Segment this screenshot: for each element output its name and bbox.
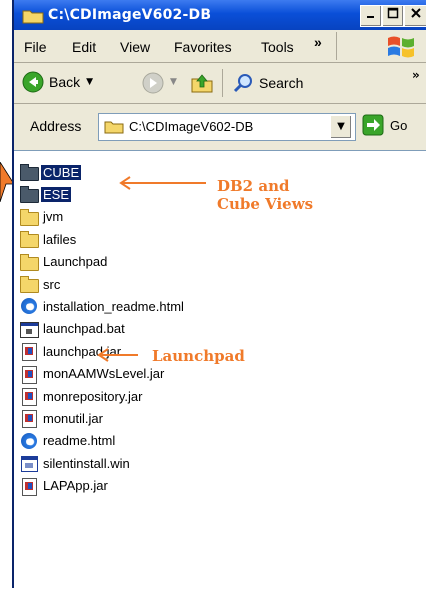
standard-toolbar: Back ▼ ▼ Search » — [14, 63, 426, 104]
minimize-icon — [367, 16, 374, 18]
file-name: Launchpad — [43, 254, 108, 270]
batch-file-icon — [20, 321, 39, 338]
explorer-window: C:\CDImageV602-DB File Edit View Favorit… — [12, 0, 426, 589]
folder-icon — [104, 121, 124, 134]
list-item[interactable]: e installation_readme.html — [20, 296, 186, 316]
folder-icon — [22, 10, 44, 24]
toolbar-separator — [222, 69, 223, 97]
windows-logo-icon — [388, 36, 414, 58]
go-label: Go — [390, 117, 408, 133]
win-file-icon — [20, 455, 38, 473]
list-item[interactable]: lafiles — [20, 229, 78, 249]
back-label: Back — [49, 74, 81, 90]
file-name: lafiles — [43, 231, 77, 247]
folder-icon — [20, 164, 39, 181]
jar-file-icon — [20, 477, 38, 496]
ie-document-icon: e — [20, 432, 38, 449]
go-arrow-icon — [362, 114, 384, 136]
folder-icon — [20, 186, 39, 204]
menu-bar: File Edit View Favorites Tools » — [14, 30, 426, 63]
list-item[interactable]: monAAMWsLevel.jar — [20, 364, 166, 384]
annotation-launchpad: Launchpad — [152, 347, 245, 365]
menu-tools[interactable]: Tools — [261, 39, 294, 55]
menu-favorites[interactable]: Favorites — [174, 39, 232, 55]
list-item[interactable]: jvm — [20, 207, 65, 227]
list-item[interactable]: CUBE — [20, 162, 82, 182]
close-button[interactable] — [404, 5, 426, 27]
list-item[interactable]: e readme.html — [20, 431, 117, 451]
folder-icon — [20, 276, 39, 293]
toolbar-overflow[interactable]: » — [412, 68, 420, 82]
file-name: CUBE — [41, 164, 82, 180]
menu-view[interactable]: View — [120, 39, 150, 55]
back-button[interactable]: Back ▼ — [22, 71, 93, 93]
jar-file-icon — [20, 410, 38, 429]
ie-document-icon: e — [20, 298, 38, 315]
maximize-icon — [387, 7, 399, 19]
window-title: C:\CDImageV602-DB — [48, 7, 212, 23]
address-dropdown-button[interactable]: ▼ — [330, 115, 352, 139]
file-name: installation_readme.html — [43, 298, 184, 314]
list-item[interactable]: src — [20, 274, 62, 294]
file-list: CUBE ESE jvm lafiles Launchpad src e installati… — [14, 150, 426, 589]
search-icon — [233, 74, 252, 93]
address-input[interactable]: C:\CDImageV602-DB — [98, 113, 356, 141]
annotation-arrow-db2 — [119, 176, 206, 190]
list-item[interactable]: monutil.jar — [20, 408, 105, 429]
menu-file[interactable]: File — [24, 39, 47, 55]
annotation-arrow-launchpad — [97, 348, 138, 362]
list-item[interactable]: monrepository.jar — [20, 386, 144, 406]
list-item[interactable]: launchpad.bat — [20, 319, 127, 339]
jar-file-icon — [20, 388, 38, 406]
file-name: ESE — [41, 186, 72, 202]
title-bar[interactable]: C:\CDImageV602-DB — [14, 0, 426, 30]
file-name: launchpad.bat — [43, 321, 125, 337]
folder-icon — [20, 208, 39, 226]
jar-file-icon — [20, 365, 38, 384]
minimize-button[interactable] — [360, 5, 382, 27]
jar-file-icon — [20, 343, 38, 362]
list-item[interactable]: ESE — [20, 184, 72, 204]
address-value: C:\CDImageV602-DB — [129, 119, 254, 134]
back-arrow-icon — [22, 71, 44, 93]
menu-separator — [336, 32, 337, 60]
menu-overflow[interactable]: » — [314, 34, 322, 50]
list-item[interactable]: LAPApp.jar — [20, 476, 110, 496]
file-name: monrepository.jar — [43, 388, 143, 404]
file-name: silentinstall.win — [43, 455, 130, 471]
address-label: Address — [30, 118, 82, 134]
forward-arrow-icon[interactable] — [142, 72, 164, 94]
menu-edit[interactable]: Edit — [72, 39, 96, 55]
chevron-down-icon[interactable]: ▼ — [86, 77, 93, 87]
annotation-db2-line1: DB2 and — [217, 177, 290, 195]
close-icon — [411, 8, 421, 18]
search-button[interactable]: Search — [232, 72, 303, 94]
folder-icon — [20, 253, 39, 271]
file-name: jvm — [43, 209, 64, 225]
folder-icon — [20, 231, 39, 249]
file-name: LAPApp.jar — [43, 478, 108, 494]
annotation-db2-line2: Cube Views — [217, 195, 314, 213]
chevron-down-icon: ▼ — [337, 121, 345, 132]
go-button[interactable]: Go — [362, 114, 407, 136]
forward-dropdown-icon[interactable]: ▼ — [170, 77, 177, 87]
folder-up-icon[interactable] — [190, 71, 214, 95]
maximize-button[interactable] — [382, 5, 404, 27]
address-bar: Address C:\CDImageV602-DB ▼ Go — [14, 104, 426, 148]
search-label: Search — [259, 75, 304, 91]
list-item[interactable]: silentinstall.win — [20, 453, 132, 473]
file-name: src — [43, 276, 61, 292]
list-item[interactable]: Launchpad — [20, 252, 109, 272]
file-name: monAAMWsLevel.jar — [43, 366, 165, 382]
file-name: readme.html — [43, 433, 116, 449]
file-name: monutil.jar — [43, 410, 103, 426]
